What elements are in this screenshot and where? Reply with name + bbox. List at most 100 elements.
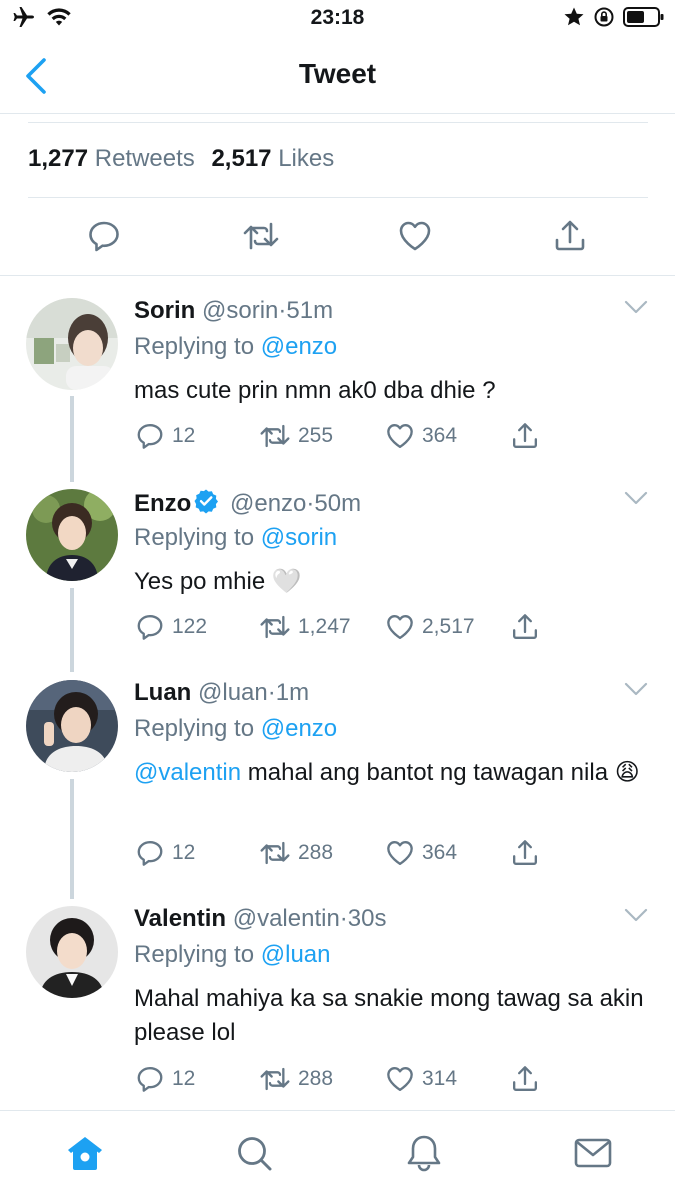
share-icon [513, 614, 537, 639]
replying-prefix: Replying to [134, 524, 255, 551]
reply-item[interactable]: Sorin @sorin·51m Replying to @enzo mas c… [0, 297, 675, 467]
share-icon [513, 423, 537, 448]
reply-actions: 12 255 364 [134, 421, 554, 453]
verified-badge-icon [194, 489, 219, 514]
reply-icon [137, 615, 163, 640]
emoji-white-heart: 🤍 [271, 568, 302, 595]
share-button[interactable] [510, 838, 540, 868]
author-name[interactable]: Valentin [134, 905, 226, 932]
like-button[interactable]: 314 [384, 1064, 457, 1094]
reply-item[interactable]: Luan @luan·1m Replying to @enzo @valenti… [0, 679, 675, 879]
reply-icon [137, 1067, 163, 1092]
replying-to-link[interactable]: @luan [261, 941, 331, 968]
retweet-button[interactable]: 255 [258, 421, 333, 451]
reply-text-body: Yes po mhie [134, 568, 266, 595]
author-handle[interactable]: @enzo [230, 490, 306, 517]
battery-icon [623, 6, 665, 33]
share-icon [513, 1066, 537, 1091]
reply-icon [137, 841, 163, 866]
share-icon [513, 840, 537, 865]
replying-to-link[interactable]: @enzo [261, 715, 337, 742]
retweet-button[interactable]: 288 [258, 838, 333, 868]
reply-button[interactable]: 12 [134, 838, 195, 868]
reply-text-body: mahal ang bantot ng tawagan nila [247, 759, 609, 786]
like-button[interactable]: 364 [384, 421, 457, 451]
author-handle[interactable]: @sorin [202, 297, 278, 324]
retweets-label[interactable]: Retweets [95, 145, 195, 172]
chevron-down-icon[interactable] [624, 681, 648, 697]
reply-text-body: mas cute prin nmn ak0 dba dhie ? [134, 377, 496, 404]
reply-button[interactable]: 12 [134, 1064, 195, 1094]
reply-count: 12 [172, 1067, 196, 1090]
like-count: 364 [422, 424, 458, 447]
retweet-icon [260, 841, 290, 865]
replying-prefix: Replying to [134, 941, 255, 968]
chevron-down-icon[interactable] [624, 490, 648, 506]
like-icon [387, 841, 413, 865]
author-handle[interactable]: @valentin [233, 905, 340, 932]
like-icon [387, 615, 413, 639]
like-button[interactable]: 2,517 [384, 612, 475, 642]
reply-text-body: Mahal mahiya ka sa snakie mong tawag sa … [134, 985, 644, 1046]
nav-bar: Tweet [0, 38, 675, 114]
timestamp: 30s [347, 905, 387, 932]
tab-notifications[interactable] [404, 1133, 444, 1173]
reply-actions: 122 1,247 2,517 [134, 612, 554, 644]
timestamp: 1m [275, 679, 310, 706]
share-button[interactable] [510, 421, 540, 451]
like-count: 2,517 [422, 615, 475, 638]
timestamp: 51m [286, 297, 334, 324]
replying-to-link[interactable]: @sorin [261, 524, 337, 551]
like-button[interactable]: 364 [384, 838, 457, 868]
reply-item[interactable]: Enzo @enzo·50m Replying to @sorin Yes po… [0, 488, 675, 658]
reply-text: mas cute prin nmn ak0 dba dhie ? [134, 374, 644, 408]
likes-count[interactable]: 2,517 [211, 145, 271, 172]
retweet-button[interactable]: 1,247 [258, 612, 351, 642]
like-icon [387, 1067, 413, 1091]
like-count: 364 [422, 841, 458, 864]
likes-label[interactable]: Likes [278, 145, 334, 172]
replying-to: Replying to @enzo [134, 333, 337, 361]
chevron-down-icon[interactable] [624, 907, 648, 923]
retweet-button[interactable] [242, 218, 279, 254]
replying-to: Replying to @sorin [134, 524, 337, 552]
retweet-count: 288 [298, 841, 334, 864]
author-name[interactable]: Enzo [134, 490, 191, 517]
retweets-count[interactable]: 1,277 [28, 145, 88, 172]
tab-messages[interactable] [573, 1133, 613, 1173]
retweet-count: 288 [298, 1067, 334, 1090]
reply-button[interactable]: 12 [134, 421, 195, 451]
reply-icon [137, 424, 163, 449]
like-count: 314 [422, 1067, 458, 1090]
status-bar: 23:18 [0, 0, 675, 38]
tweet-actions [0, 198, 675, 276]
reply-button[interactable] [86, 218, 122, 254]
share-button[interactable] [552, 218, 588, 254]
reply-text: @valentin mahal ang bantot ng tawagan ni… [134, 756, 644, 790]
retweet-count: 255 [298, 424, 334, 447]
share-button[interactable] [510, 1064, 540, 1094]
tab-home[interactable] [65, 1133, 105, 1173]
search-icon [238, 1137, 272, 1171]
like-icon [387, 424, 413, 448]
retweet-button[interactable]: 288 [258, 1064, 333, 1094]
mention-link[interactable]: @valentin [134, 759, 241, 786]
reply-icon [89, 221, 119, 252]
reply-text: Yes po mhie 🤍 [134, 565, 644, 599]
tab-search[interactable] [234, 1133, 274, 1173]
separator: · [339, 905, 348, 932]
chevron-down-icon[interactable] [624, 299, 648, 315]
reply-actions: 12 288 314 [134, 1064, 554, 1096]
reply-item[interactable]: Valentin @valentin·30s Replying to @luan… [0, 905, 675, 1105]
share-button[interactable] [510, 612, 540, 642]
retweet-icon [243, 222, 279, 250]
retweet-icon [260, 1067, 290, 1091]
like-button[interactable] [397, 218, 433, 254]
author-name[interactable]: Luan [134, 679, 191, 706]
tab-bar [0, 1110, 675, 1200]
author-name[interactable]: Sorin [134, 297, 195, 324]
author-handle[interactable]: @luan [198, 679, 268, 706]
reply-button[interactable]: 122 [134, 612, 207, 642]
replying-to-link[interactable]: @enzo [261, 333, 337, 360]
replying-to: Replying to @luan [134, 941, 331, 969]
